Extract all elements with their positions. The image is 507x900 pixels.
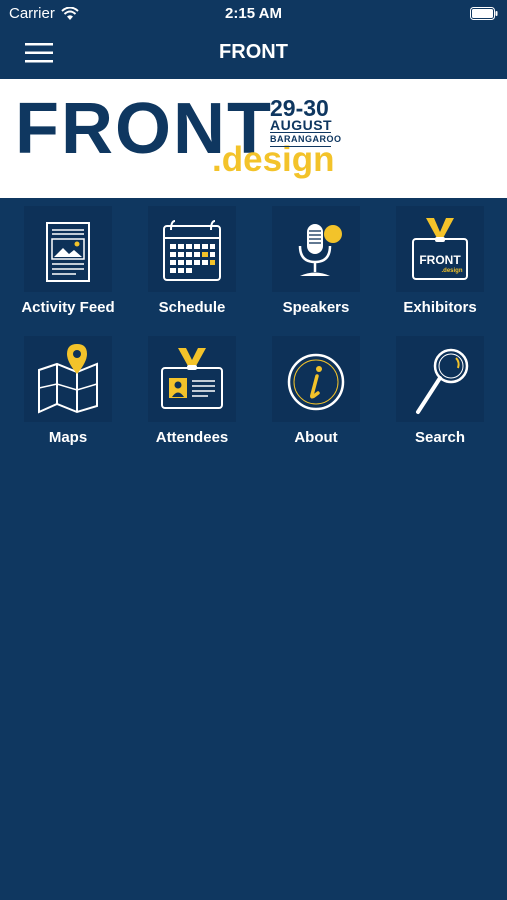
tile-attendees[interactable]: Attendees bbox=[130, 328, 254, 456]
badge-suffix: .design bbox=[441, 268, 462, 274]
tile-maps[interactable]: Maps bbox=[6, 328, 130, 456]
banner-divider bbox=[270, 146, 331, 147]
tile-icon-box bbox=[272, 206, 360, 292]
tile-icon-box bbox=[148, 336, 236, 422]
tile-about[interactable]: About bbox=[254, 328, 378, 456]
microphone-icon bbox=[298, 224, 342, 276]
banner-divider bbox=[270, 132, 331, 133]
tile-icon-box bbox=[272, 336, 360, 422]
id-card-icon bbox=[161, 348, 223, 409]
tile-label: Search bbox=[414, 429, 466, 446]
tile-icon-box bbox=[148, 206, 236, 292]
tile-search[interactable]: Search bbox=[378, 328, 502, 456]
tile-schedule[interactable]: Schedule bbox=[130, 198, 254, 326]
banner-venue: BARANGAROO bbox=[270, 134, 342, 144]
tile-icon-box bbox=[396, 336, 484, 422]
status-bar: Carrier 2:15 AM bbox=[0, 0, 507, 28]
newspaper-icon bbox=[46, 222, 90, 282]
status-time: 2:15 AM bbox=[225, 5, 282, 22]
tile-label: Activity Feed bbox=[21, 299, 115, 316]
tile-label: Schedule bbox=[158, 299, 226, 316]
map-icon bbox=[38, 344, 98, 414]
tile-speakers[interactable]: Speakers bbox=[254, 198, 378, 326]
badge-word: FRONT bbox=[419, 253, 461, 267]
tile-icon-box bbox=[24, 206, 112, 292]
tile-exhibitors[interactable]: FRONT .design Exhibitors bbox=[378, 198, 502, 326]
banner-month: AUGUST bbox=[270, 117, 333, 133]
navigation-bar: FRONT bbox=[0, 28, 507, 79]
calendar-icon bbox=[163, 220, 221, 281]
info-icon bbox=[287, 353, 345, 411]
tile-label: Exhibitors bbox=[403, 299, 477, 316]
tile-label: Attendees bbox=[155, 429, 229, 446]
badge-icon: FRONT .design bbox=[412, 218, 468, 280]
tile-activity-feed[interactable]: Activity Feed bbox=[6, 198, 130, 326]
tile-label: Speakers bbox=[282, 299, 350, 316]
page-title: FRONT bbox=[219, 41, 288, 63]
hamburger-menu-icon[interactable] bbox=[25, 42, 53, 64]
tile-label: About bbox=[294, 429, 338, 446]
magnifier-icon bbox=[416, 348, 469, 414]
battery-icon bbox=[470, 7, 498, 20]
tile-label: Maps bbox=[48, 429, 88, 446]
tile-icon-box bbox=[24, 336, 112, 422]
banner-logo-suffix: .design bbox=[212, 140, 335, 179]
tile-icon-box: FRONT .design bbox=[396, 206, 484, 292]
event-banner: FRONT .design 29-30 AUGUST BARANGAROO bbox=[0, 79, 507, 198]
